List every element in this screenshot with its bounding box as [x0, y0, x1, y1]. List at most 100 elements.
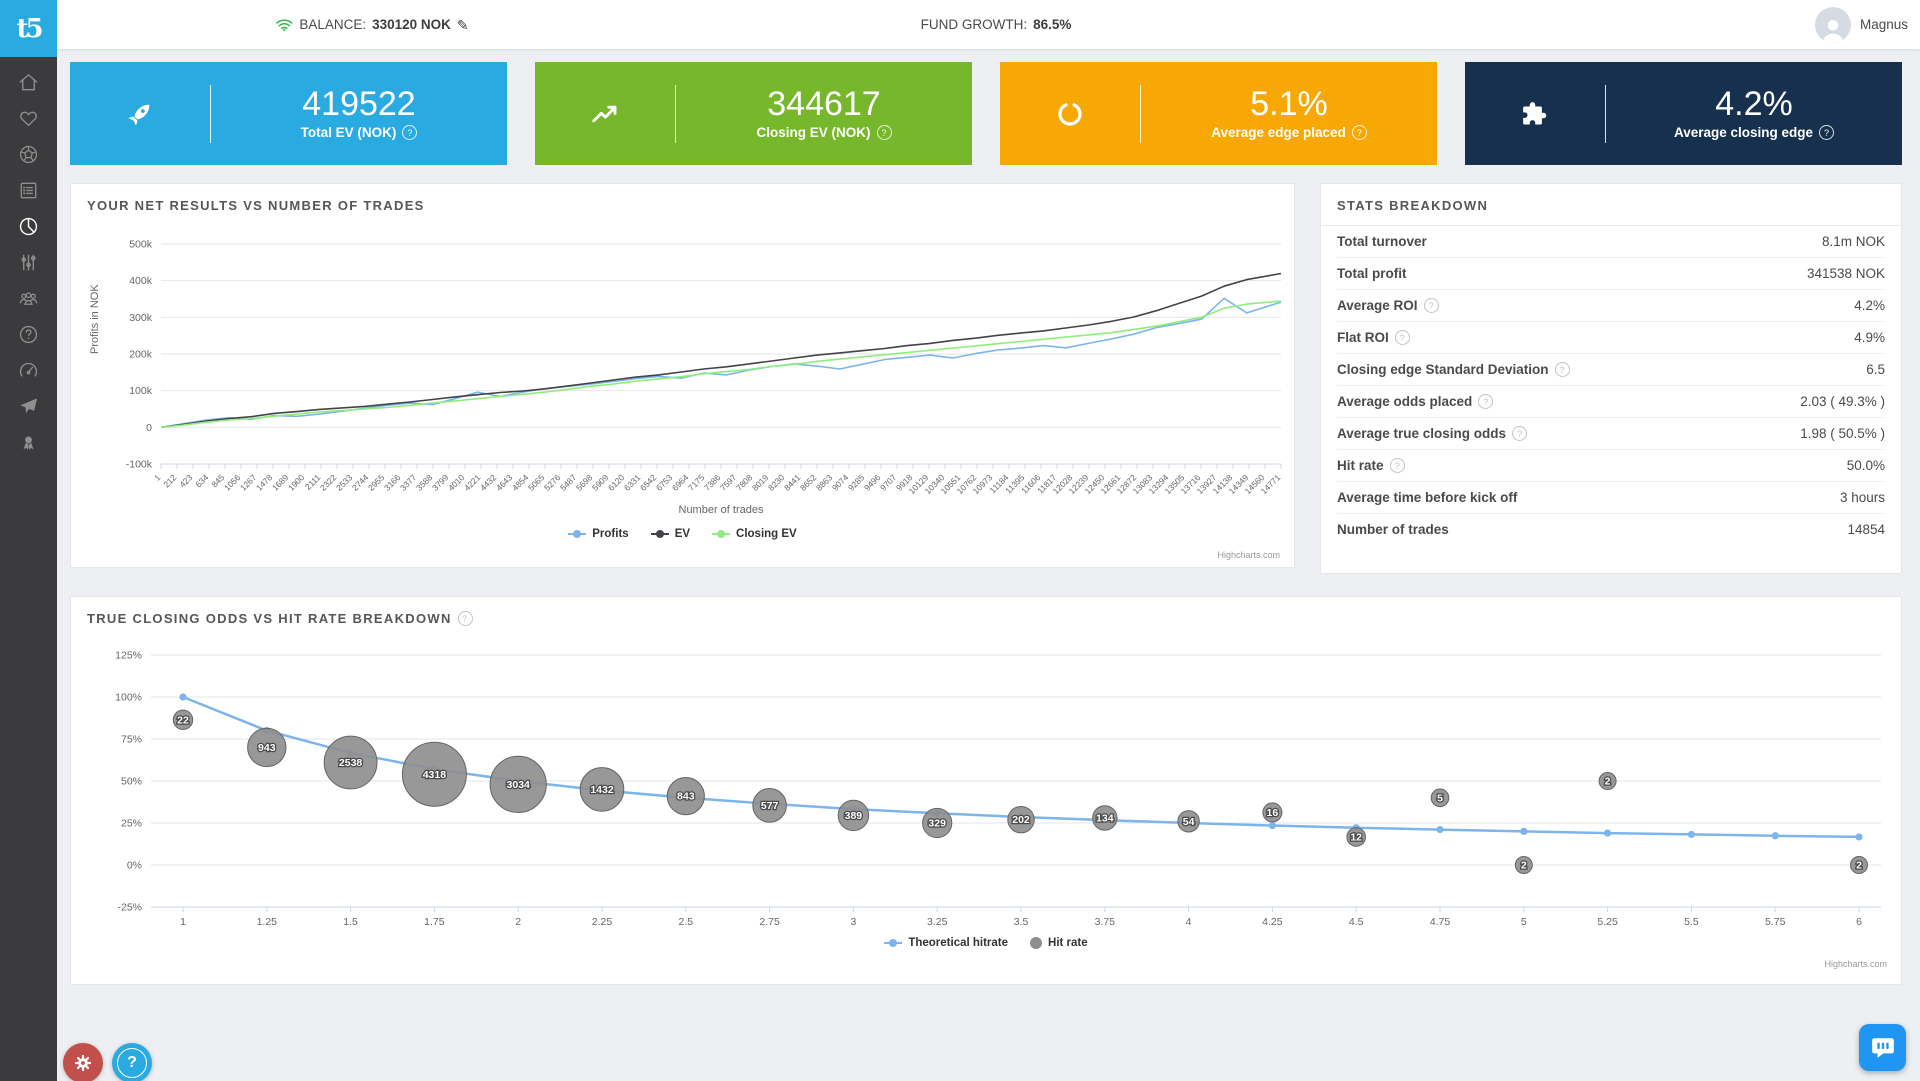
x-tick-label: 5065	[526, 472, 547, 493]
stat-row: Flat ROI?4.9%	[1337, 322, 1885, 354]
x-tick-label: 5698	[574, 472, 595, 493]
legend-item-theoretical-hitrate[interactable]: Theoretical hitrate	[884, 937, 1008, 949]
theoretical-hitrate-point[interactable]	[1436, 826, 1443, 833]
info-icon[interactable]: ?	[877, 125, 892, 140]
panel-title: STATS BREAKDOWN	[1321, 184, 1901, 226]
x-tick-label: 2.75	[759, 916, 780, 928]
stat-value: 50.0%	[1847, 458, 1885, 473]
stat-row: Average odds placed? 2.03 ( 49.3% )	[1337, 386, 1885, 418]
info-icon[interactable]: ?	[1424, 298, 1439, 313]
edit-balance-icon[interactable]: ✎	[457, 18, 469, 32]
x-tick-label: 3.75	[1095, 916, 1116, 928]
theoretical-hitrate-point[interactable]	[179, 693, 186, 700]
sidebar-item-performance[interactable]	[0, 352, 57, 388]
sidebar-item-filters[interactable]	[0, 244, 57, 280]
fund-growth-value: 86.5%	[1033, 17, 1071, 32]
info-icon[interactable]: ?	[1478, 394, 1493, 409]
x-tick-label: 6964	[670, 472, 691, 493]
info-icon[interactable]: ?	[1512, 426, 1527, 441]
bubble-label: 12	[1350, 832, 1362, 844]
card-average-closing-edge: 4.2% Average closing edge?	[1465, 62, 1902, 165]
sidebar-item-help[interactable]	[0, 316, 57, 352]
x-tick-label: 4432	[478, 472, 499, 493]
stat-label: Total turnover	[1337, 234, 1427, 249]
settings-button[interactable]	[63, 1043, 103, 1081]
info-icon[interactable]: ?	[402, 125, 417, 140]
stat-label: Total profit	[1337, 266, 1406, 281]
chart-legend: Profits EV Closing EV	[71, 528, 1294, 540]
x-tick-label: 1.5	[343, 916, 358, 928]
x-tick-label: 3	[850, 916, 856, 928]
person-icon	[1818, 15, 1848, 43]
x-tick-label: 212	[161, 472, 178, 489]
bubble-label: 16	[1267, 807, 1279, 819]
legend-item-profits[interactable]: Profits	[568, 528, 628, 540]
bubble-label: 2	[1605, 776, 1611, 788]
puzzle-icon	[1465, 62, 1605, 165]
people-icon	[17, 287, 40, 310]
info-icon[interactable]: ?	[1390, 458, 1405, 473]
x-tick-label: 9074	[830, 472, 851, 493]
highcharts-credit[interactable]: Highcharts.com	[1217, 550, 1280, 560]
stat-label: Average odds placed?	[1337, 394, 1493, 409]
heart-icon	[17, 107, 40, 130]
info-icon[interactable]: ?	[1352, 125, 1367, 140]
theoretical-hitrate-point[interactable]	[1688, 831, 1695, 838]
theoretical-hitrate-point[interactable]	[1269, 822, 1276, 829]
legend-item-closing-ev[interactable]: Closing EV	[712, 528, 797, 540]
stat-label: Average true closing odds?	[1337, 426, 1527, 441]
logo-glyph: t5	[16, 14, 40, 44]
x-tick-label: 6331	[622, 472, 643, 493]
ev-line[interactable]	[161, 274, 1281, 428]
bubble-label: 943	[258, 742, 276, 754]
user-menu[interactable]: Magnus	[1815, 0, 1908, 49]
x-tick-label: 2	[515, 916, 521, 928]
x-tick-label: 5276	[542, 472, 563, 493]
card-value: 344617	[767, 87, 880, 123]
bubble-label: 134	[1096, 813, 1114, 825]
chat-button[interactable]	[1859, 1024, 1906, 1071]
sidebar-item-send[interactable]	[0, 388, 57, 424]
legend-marker	[884, 942, 902, 944]
bubble-label: 54	[1183, 816, 1195, 828]
sidebar-item-analytics[interactable]	[0, 208, 57, 244]
theoretical-hitrate-point[interactable]	[1772, 832, 1779, 839]
y-axis-label: 50%	[121, 776, 142, 788]
legend-marker	[568, 533, 586, 535]
sidebar-item-sports[interactable]	[0, 136, 57, 172]
help-button[interactable]: ?	[112, 1043, 152, 1081]
stat-value: 2.03 ( 49.3% )	[1800, 394, 1885, 409]
info-icon[interactable]: ?	[1819, 125, 1834, 140]
theoretical-hitrate-point[interactable]	[1855, 833, 1862, 840]
app-logo[interactable]: t5	[0, 0, 57, 57]
x-tick-label: 9496	[862, 472, 883, 493]
sidebar-item-trade-list[interactable]	[0, 172, 57, 208]
theoretical-hitrate-point[interactable]	[1520, 828, 1527, 835]
info-icon[interactable]: ?	[1555, 362, 1570, 377]
sidebar-item-community[interactable]	[0, 280, 57, 316]
gauge-icon	[17, 359, 40, 382]
card-label: Average edge placed	[1211, 125, 1346, 140]
x-tick-label: 1	[152, 472, 163, 483]
bubble-label: 22	[177, 714, 189, 726]
x-tick-label: 3.5	[1014, 916, 1029, 928]
info-icon[interactable]: ?	[1395, 330, 1410, 345]
legend-item-hit-rate[interactable]: Hit rate	[1030, 937, 1088, 949]
card-value: 419522	[302, 87, 415, 123]
x-tick-label: 5.25	[1597, 916, 1618, 928]
y-axis-label: 125%	[115, 650, 142, 662]
sidebar-item-achievements[interactable]	[0, 424, 57, 460]
sidebar-item-home[interactable]	[0, 64, 57, 100]
x-tick-label: 2111	[303, 472, 323, 492]
x-tick-label: 3377	[398, 472, 419, 493]
stat-label: Average time before kick off	[1337, 490, 1517, 505]
sidebar-item-favorites[interactable]	[0, 100, 57, 136]
legend-item-ev[interactable]: EV	[651, 528, 690, 540]
highcharts-credit[interactable]: Highcharts.com	[1824, 959, 1887, 969]
soccer-ball-icon	[17, 143, 40, 166]
chat-bubble-icon	[1870, 1035, 1896, 1061]
card-value: 5.1%	[1250, 87, 1328, 123]
x-tick-label: 7386	[702, 472, 723, 493]
theoretical-hitrate-point[interactable]	[1604, 829, 1611, 836]
x-tick-label: 3166	[382, 472, 403, 493]
